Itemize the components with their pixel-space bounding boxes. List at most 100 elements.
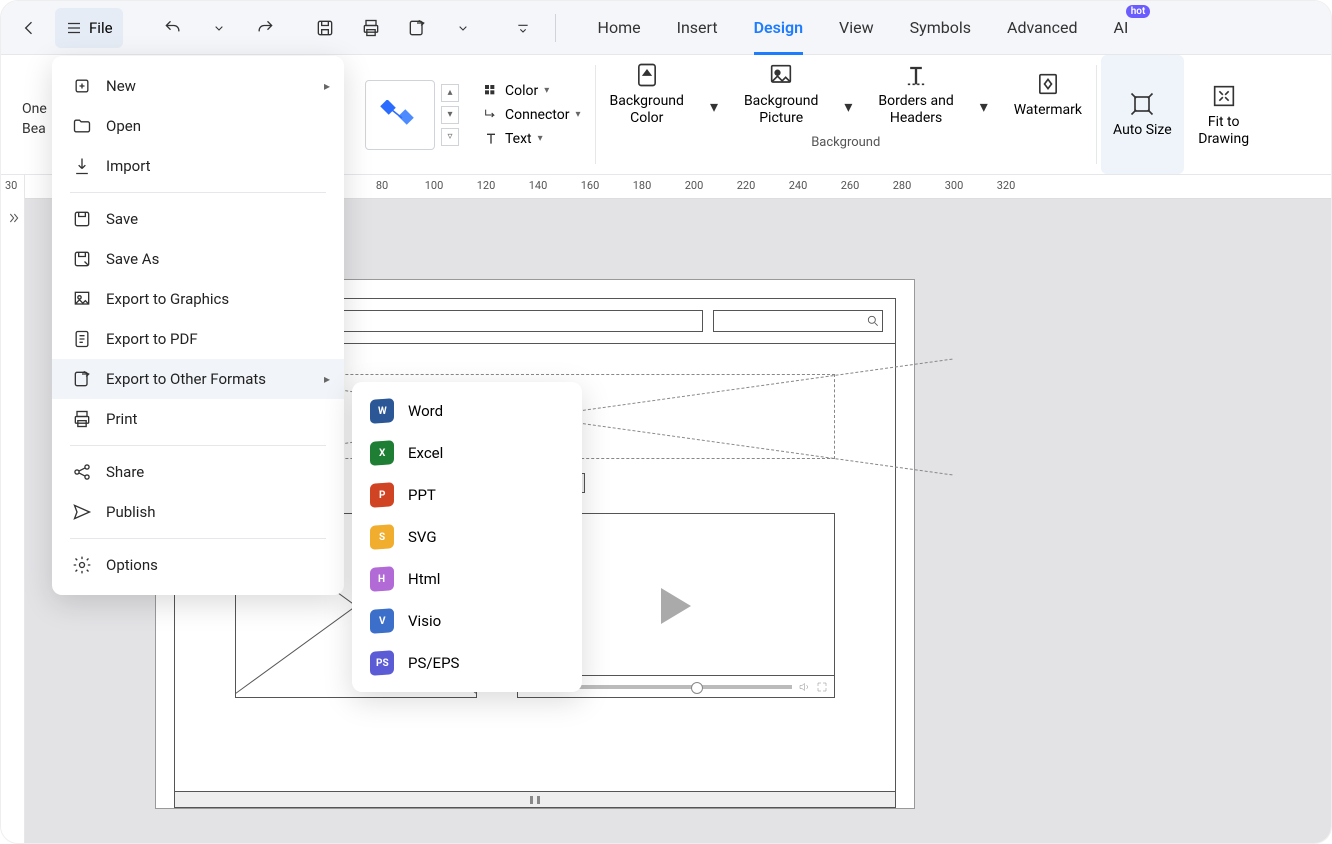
- save-icon: [72, 209, 92, 229]
- wireframe-search-box: [713, 310, 883, 332]
- export-html[interactable]: HHtml: [352, 558, 582, 600]
- export-other-icon: [72, 369, 92, 389]
- excel-icon: X: [370, 440, 394, 466]
- save-as-icon: [72, 249, 92, 269]
- import-icon: [72, 156, 92, 176]
- picture-icon: [767, 61, 795, 89]
- redo-button[interactable]: [245, 8, 285, 48]
- borders-icon: [902, 61, 930, 89]
- export-graphics-icon: [72, 289, 92, 309]
- connector-dropdown[interactable]: Connector▾: [483, 107, 581, 123]
- back-button[interactable]: [9, 8, 49, 48]
- wireframe-scrollbar: [175, 791, 895, 807]
- wireframe-url-bar: [307, 310, 703, 332]
- menu-new[interactable]: New▸: [52, 66, 344, 106]
- bucket-icon: [633, 61, 661, 89]
- export-ppt[interactable]: PPPT: [352, 474, 582, 516]
- menu-import[interactable]: Import: [52, 146, 344, 186]
- tab-design[interactable]: Design: [754, 1, 803, 54]
- menu-save[interactable]: Save: [52, 199, 344, 239]
- background-group: Background Color ▾ Background Picture ▾ …: [600, 55, 1093, 174]
- menu-share[interactable]: Share: [52, 452, 344, 492]
- menu-publish[interactable]: Publish: [52, 492, 344, 532]
- connector-icon: [483, 107, 499, 123]
- visio-icon: V: [370, 608, 394, 634]
- tab-home[interactable]: Home: [598, 1, 641, 54]
- export-pdf-icon: [72, 329, 92, 349]
- auto-size-button[interactable]: Auto Size: [1101, 55, 1184, 174]
- chevron-right-icon: ▸: [324, 372, 330, 386]
- hot-badge: hot: [1126, 5, 1151, 18]
- export-word[interactable]: WWord: [352, 390, 582, 432]
- titlebar: File Home Insert Design View Symbols Adv…: [1, 1, 1331, 55]
- tab-view[interactable]: View: [839, 1, 874, 54]
- print-button[interactable]: [351, 8, 391, 48]
- fullscreen-icon: [816, 681, 828, 693]
- theme-preview[interactable]: [365, 80, 435, 150]
- file-menu-button[interactable]: File: [55, 8, 123, 48]
- folder-icon: [72, 116, 92, 136]
- publish-icon: [72, 502, 92, 522]
- menu-icon: [65, 19, 83, 37]
- bg-picture-dropdown[interactable]: ▾: [828, 87, 868, 127]
- menu-open[interactable]: Open: [52, 106, 344, 146]
- menu-save-as[interactable]: Save As: [52, 239, 344, 279]
- text-icon: [483, 131, 499, 147]
- fit-icon: [1210, 82, 1238, 110]
- bg-color-dropdown[interactable]: ▾: [694, 87, 734, 127]
- menu-export-other[interactable]: Export to Other Formats▸: [52, 359, 344, 399]
- ruler-start: 30: [5, 179, 17, 192]
- file-label: File: [89, 19, 113, 37]
- tab-insert[interactable]: Insert: [677, 1, 718, 54]
- fit-to-drawing-button[interactable]: Fit to Drawing: [1184, 55, 1264, 174]
- undo-button[interactable]: [153, 8, 193, 48]
- watermark-button[interactable]: Watermark: [1004, 55, 1092, 133]
- background-group-label: Background: [811, 135, 880, 150]
- format-group: Color▾ Connector▾ Text▾: [473, 55, 591, 174]
- watermark-icon: [1034, 70, 1062, 98]
- text-dropdown[interactable]: Text▾: [483, 131, 581, 147]
- separator: [555, 14, 556, 42]
- theme-gallery[interactable]: ▴ ▾ ▿: [351, 55, 473, 174]
- color-dropdown[interactable]: Color▾: [483, 83, 581, 99]
- export-svg[interactable]: SSVG: [352, 516, 582, 558]
- print-icon: [72, 409, 92, 429]
- search-icon: [866, 314, 880, 328]
- menu-export-pdf[interactable]: Export to PDF: [52, 319, 344, 359]
- menu-options[interactable]: Options: [52, 545, 344, 585]
- export-pseps[interactable]: PSPS/EPS: [352, 642, 582, 684]
- tab-advanced[interactable]: Advanced: [1007, 1, 1078, 54]
- export-button[interactable]: [397, 8, 437, 48]
- menu-print[interactable]: Print: [52, 399, 344, 439]
- play-icon: [661, 588, 691, 624]
- export-excel[interactable]: XExcel: [352, 432, 582, 474]
- export-other-submenu: WWord XExcel PPPT SSVG HHtml VVisio PSPS…: [352, 382, 582, 692]
- export-dropdown[interactable]: [443, 8, 483, 48]
- borders-dropdown[interactable]: ▾: [964, 87, 1004, 127]
- background-picture-button[interactable]: Background Picture: [734, 55, 828, 133]
- save-button[interactable]: [305, 8, 345, 48]
- share-icon: [72, 462, 92, 482]
- chevron-right-icon: ▸: [324, 79, 330, 93]
- undo-dropdown[interactable]: [199, 8, 239, 48]
- html-icon: H: [370, 566, 394, 592]
- export-visio[interactable]: VVisio: [352, 600, 582, 642]
- theme-more[interactable]: ▿: [441, 128, 459, 146]
- main-tabs: Home Insert Design View Symbols Advanced…: [598, 1, 1129, 54]
- gear-icon: [72, 555, 92, 575]
- ps-icon: PS: [370, 650, 394, 676]
- truncated-ribbon-text: OneBea: [22, 100, 47, 139]
- svg-icon: S: [370, 524, 394, 550]
- background-color-button[interactable]: Background Color: [600, 55, 694, 133]
- borders-headers-button[interactable]: Borders and Headers: [868, 55, 963, 133]
- tab-ai[interactable]: AI hot: [1114, 1, 1129, 54]
- shapes-panel-toggle[interactable]: [1, 175, 25, 843]
- tab-symbols[interactable]: Symbols: [910, 1, 971, 54]
- theme-down[interactable]: ▾: [441, 106, 459, 124]
- grid-icon: [483, 83, 499, 99]
- new-icon: [72, 76, 92, 96]
- customize-qat[interactable]: [503, 8, 543, 48]
- menu-export-graphics[interactable]: Export to Graphics: [52, 279, 344, 319]
- theme-up[interactable]: ▴: [441, 84, 459, 102]
- volume-icon: [798, 681, 810, 693]
